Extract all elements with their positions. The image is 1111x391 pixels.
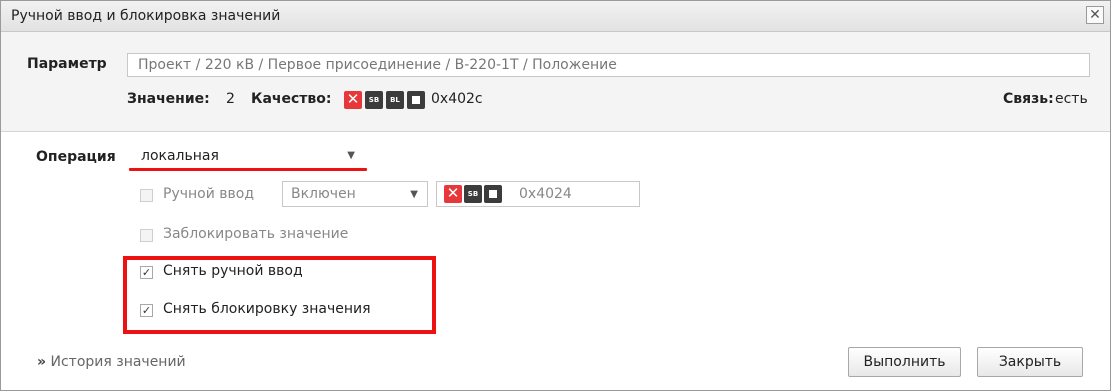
- remove-block-checkbox[interactable]: ✓: [140, 304, 153, 317]
- block-value-label: Заблокировать значение: [163, 226, 349, 242]
- value-text: 2: [226, 91, 235, 107]
- link-label: Связь:: [1003, 91, 1054, 107]
- double-chevron-right-icon: »: [37, 354, 47, 370]
- titlebar: Ручной ввод и блокировка значений ✕: [1, 1, 1110, 32]
- checkmark-icon: ✓: [141, 266, 152, 279]
- quality-sb-icon: SB: [464, 185, 482, 203]
- history-link[interactable]: » История значений: [37, 354, 186, 370]
- dialog-title: Ручной ввод и блокировка значений: [11, 8, 281, 24]
- quality-label: Качество:: [251, 91, 332, 107]
- execute-button[interactable]: Выполнить: [848, 347, 961, 377]
- manual-input-state-value: Включен: [291, 186, 356, 202]
- close-icon[interactable]: ✕: [1086, 6, 1104, 24]
- history-label: История значений: [50, 354, 186, 370]
- operation-label: Операция: [36, 149, 116, 165]
- quality-invalid-icon: ✕: [344, 91, 362, 109]
- manual-input-label: Ручной ввод: [163, 186, 255, 202]
- remove-manual-label: Снять ручной ввод: [163, 263, 303, 279]
- chevron-down-icon: ▼: [347, 150, 355, 161]
- quality-invalid-icon: ✕: [444, 185, 462, 203]
- checkmark-icon: ✓: [141, 304, 152, 317]
- manual-input-checkbox[interactable]: [140, 189, 153, 202]
- operation-select-value: локальная: [141, 148, 219, 164]
- operation-select[interactable]: локальная ▼: [131, 144, 367, 168]
- quality-code: 0x402c: [431, 91, 483, 107]
- quality-square-icon: [484, 185, 502, 203]
- remove-manual-checkbox[interactable]: ✓: [140, 266, 153, 279]
- chevron-down-icon: ▼: [410, 189, 418, 200]
- close-button[interactable]: Закрыть: [977, 347, 1083, 377]
- block-value-checkbox[interactable]: [140, 229, 153, 242]
- quality-bl-icon: BL: [386, 91, 404, 109]
- remove-block-label: Снять блокировку значения: [163, 301, 371, 317]
- manual-quality-field[interactable]: ✕ SB 0x4024: [436, 181, 640, 207]
- link-value: есть: [1055, 91, 1088, 107]
- value-label: Значение:: [127, 91, 210, 107]
- manual-quality-code: 0x4024: [519, 186, 572, 202]
- operation-underline: [129, 168, 367, 171]
- parameter-section: Параметр Проект / 220 кВ / Первое присое…: [1, 32, 1110, 132]
- quality-sb-icon: SB: [365, 91, 383, 109]
- quality-square-icon: [407, 91, 425, 109]
- parameter-path-field: Проект / 220 кВ / Первое присоединение /…: [127, 53, 1090, 77]
- manual-input-state-select[interactable]: Включен ▼: [282, 181, 428, 207]
- manual-input-dialog: Ручной ввод и блокировка значений ✕ Пара…: [0, 0, 1111, 391]
- parameter-label: Параметр: [27, 56, 107, 72]
